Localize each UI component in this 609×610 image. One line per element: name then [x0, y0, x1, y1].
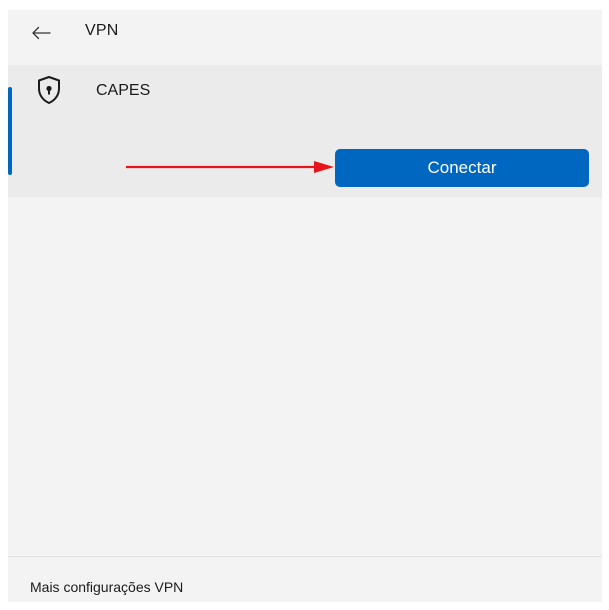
back-button[interactable] [28, 20, 54, 46]
page-title: VPN [85, 22, 119, 39]
more-vpn-settings-link[interactable]: Mais configurações VPN [30, 579, 183, 595]
vpn-connection-name: CAPES [96, 82, 151, 99]
shield-lock-icon [38, 76, 60, 104]
vpn-settings-panel: VPN CAPES Conectar Mais configurações VP… [8, 10, 602, 602]
annotation-arrow [126, 161, 334, 173]
footer: Mais configurações VPN [8, 556, 602, 602]
page-header: VPN [8, 10, 602, 56]
back-arrow-icon [32, 26, 51, 40]
selection-indicator [8, 87, 12, 175]
vpn-connection-item[interactable]: CAPES Conectar [8, 65, 602, 197]
connect-button[interactable]: Conectar [335, 149, 589, 187]
